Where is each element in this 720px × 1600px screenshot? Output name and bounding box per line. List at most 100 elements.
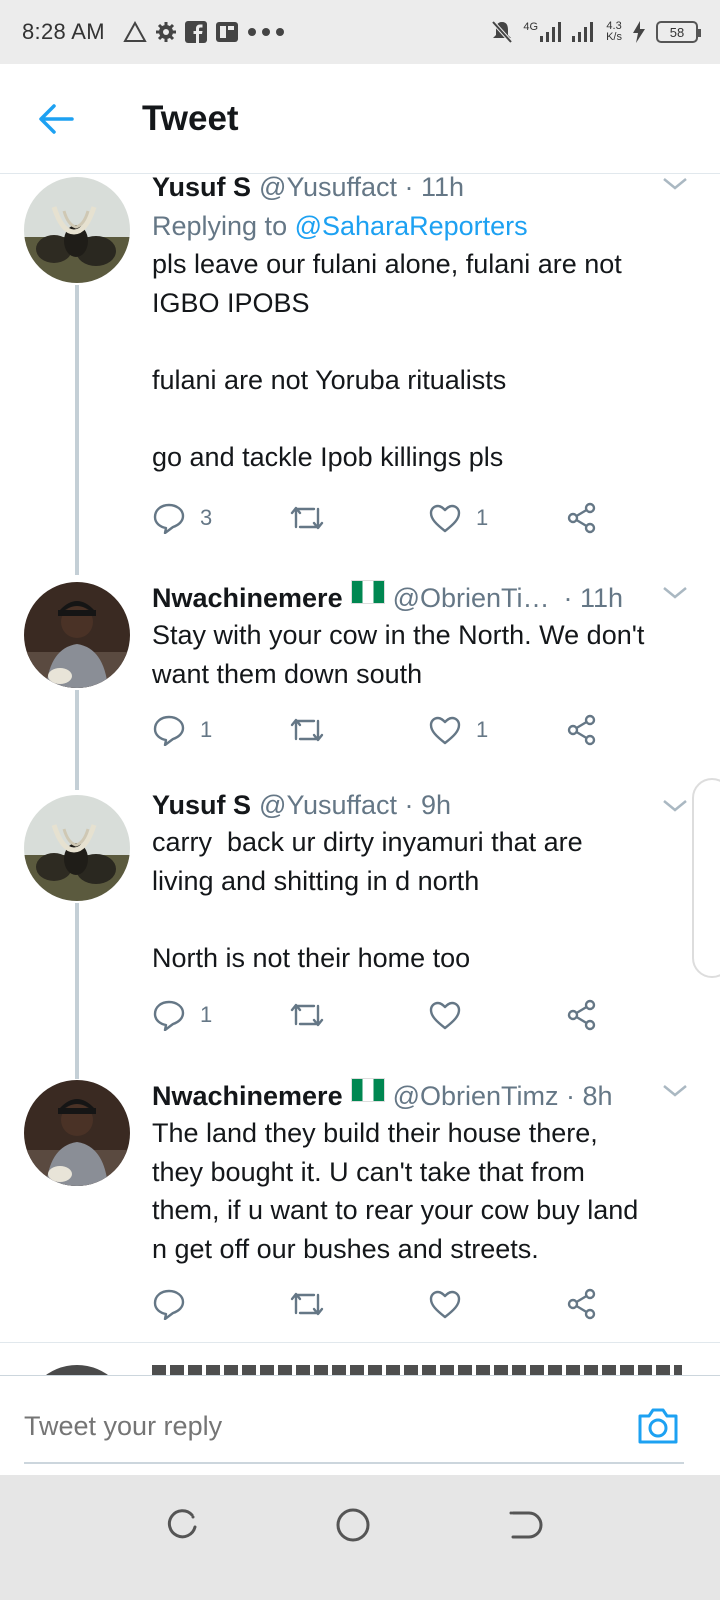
reply-bubble-icon: [153, 715, 185, 746]
reply-bubble-icon: [153, 1289, 185, 1320]
tweet[interactable]: Yusuf S @Yusuffact · 9h carry back ur di…: [0, 790, 720, 1079]
tweet-actions: [152, 1284, 612, 1324]
tweet-header: Nwachinemere @ObrienTimz · 8h: [152, 1078, 690, 1114]
retweet-icon: [290, 1003, 324, 1027]
author-name[interactable]: Yusuf S: [152, 787, 251, 823]
mute-bell-icon: [491, 20, 513, 44]
author-name[interactable]: Nwachinemere: [152, 580, 343, 616]
author-handle[interactable]: @ObrienTimz · 8h: [393, 1078, 613, 1114]
share-button[interactable]: [566, 995, 598, 1035]
camera-icon[interactable]: [636, 1406, 680, 1446]
author-name[interactable]: Yusuf S: [152, 175, 251, 205]
tweet-actions: 1: [152, 995, 612, 1035]
tweet[interactable]: Nwachinemere @ObrienTi… · 11h Stay with …: [0, 580, 720, 790]
like-button[interactable]: 1: [428, 498, 488, 538]
retweet-button[interactable]: [288, 498, 326, 538]
news-app-icon: [215, 22, 238, 42]
share-icon: [567, 502, 596, 534]
back-arrow-icon: [39, 103, 74, 134]
tweet-content: Nwachinemere @ObrienTi… · 11h Stay with …: [152, 580, 690, 693]
like-button[interactable]: [428, 1284, 462, 1324]
share-button[interactable]: [566, 710, 598, 750]
avatar-yusuf[interactable]: [24, 177, 130, 283]
signal-bars-icon: [572, 22, 594, 42]
reply-button[interactable]: 3: [152, 498, 212, 538]
author-name[interactable]: Nwachinemere: [152, 1078, 343, 1114]
reply-button[interactable]: 1: [152, 995, 212, 1035]
reply-count: 1: [200, 1002, 213, 1027]
tweet-content: Nwachinemere @ObrienTimz · 8h The land t…: [152, 1078, 690, 1268]
system-navigation-bar: [0, 1475, 720, 1600]
tweet-text: The land they build their house there, t…: [152, 1118, 639, 1264]
tweet-content: Yusuf S @Yusuffact · 9h carry back ur di…: [152, 787, 690, 977]
thread-connector: [75, 285, 79, 575]
tweet[interactable]: Yusuf S @Yusuffact · 11h Replying to @Sa…: [0, 175, 720, 575]
chevron-down-icon[interactable]: [660, 1078, 690, 1102]
tweet-text: pls leave our fulani alone, fulani are n…: [152, 249, 622, 472]
retweet-button[interactable]: [288, 1284, 326, 1324]
like-count: 1: [476, 717, 489, 742]
nigeria-flag-icon: [350, 1078, 385, 1102]
tweet-header: Yusuf S @Yusuffact · 9h: [152, 787, 690, 823]
replying-to-link[interactable]: @SaharaReporters: [295, 211, 528, 241]
system-status-icons: 4G 4.3 K/s 58: [491, 20, 701, 44]
chevron-down-icon[interactable]: [660, 793, 690, 817]
replying-to: Replying to @SaharaReporters: [152, 211, 528, 241]
tweet-header: Nwachinemere @ObrienTi… · 11h: [152, 580, 690, 616]
share-button[interactable]: [566, 1284, 598, 1324]
author-handle[interactable]: @ObrienTi…: [393, 580, 550, 616]
reply-button[interactable]: 1: [152, 710, 212, 750]
share-icon: [567, 1288, 596, 1320]
top-app-bar: Tweet: [0, 64, 720, 174]
network-speed: 4.3 K/s: [606, 20, 622, 43]
battery-indicator: 58: [656, 21, 701, 43]
signal-4g-icon: 4G: [523, 22, 562, 42]
chevron-down-icon[interactable]: [660, 580, 690, 604]
share-icon: [567, 999, 596, 1031]
avatar-yusuf[interactable]: [24, 795, 130, 901]
heart-icon: [429, 1001, 461, 1030]
retweet-button[interactable]: [288, 995, 326, 1035]
author-handle[interactable]: @Yusuffact · 11h: [259, 175, 464, 205]
settings-gear-icon: [155, 22, 176, 42]
heart-icon: [429, 1290, 461, 1319]
recent-apps-icon[interactable]: [162, 1505, 202, 1545]
share-button[interactable]: [566, 498, 598, 538]
author-handle[interactable]: @Yusuffact · 9h: [259, 787, 451, 823]
tweet-time: · 11h: [563, 583, 624, 613]
facebook-icon: [184, 21, 207, 43]
home-icon[interactable]: [333, 1505, 373, 1545]
reply-bubble-icon: [153, 1000, 185, 1031]
tweet-header: Yusuf S @Yusuffact · 11h: [152, 175, 690, 205]
retweet-icon: [290, 1292, 324, 1316]
avatar-nwachinemere[interactable]: [24, 582, 130, 688]
divider: [0, 1342, 720, 1343]
avatar-nwachinemere[interactable]: [24, 1080, 130, 1186]
back-nav-icon[interactable]: [503, 1505, 543, 1545]
like-button[interactable]: 1: [428, 710, 488, 750]
tweet-actions: 3 1: [152, 498, 612, 538]
thread-connector: [75, 903, 79, 1079]
heart-icon: [429, 504, 461, 533]
tweet-text: carry back ur dirty inyamuri that are li…: [152, 827, 583, 973]
reply-bubble-icon: [153, 503, 185, 534]
reply-count: 3: [200, 505, 213, 530]
status-bar: 8:28 AM 4G 4.3 K/s 58: [0, 0, 720, 64]
input-underline: [24, 1462, 684, 1464]
tweet-reply-input[interactable]: [24, 1404, 624, 1448]
back-button[interactable]: [26, 89, 86, 149]
tweet-thread[interactable]: Yusuf S @Yusuffact · 11h Replying to @Sa…: [0, 175, 720, 1403]
like-button[interactable]: [428, 995, 462, 1035]
more-dots-icon: [247, 28, 284, 36]
charging-bolt-icon: [633, 21, 645, 43]
heart-icon: [429, 716, 461, 745]
chevron-down-icon[interactable]: [660, 175, 690, 195]
tweet-text: Stay with your cow in the North. We don'…: [152, 620, 645, 689]
retweet-icon: [290, 506, 324, 530]
tweet[interactable]: Nwachinemere @ObrienTimz · 8h The land t…: [0, 1078, 720, 1348]
retweet-button[interactable]: [288, 710, 326, 750]
side-edge-panel-handle[interactable]: [692, 778, 720, 978]
tweet-actions: 1 1: [152, 710, 612, 750]
nigeria-flag-icon: [350, 580, 385, 604]
reply-button[interactable]: [152, 1284, 186, 1324]
